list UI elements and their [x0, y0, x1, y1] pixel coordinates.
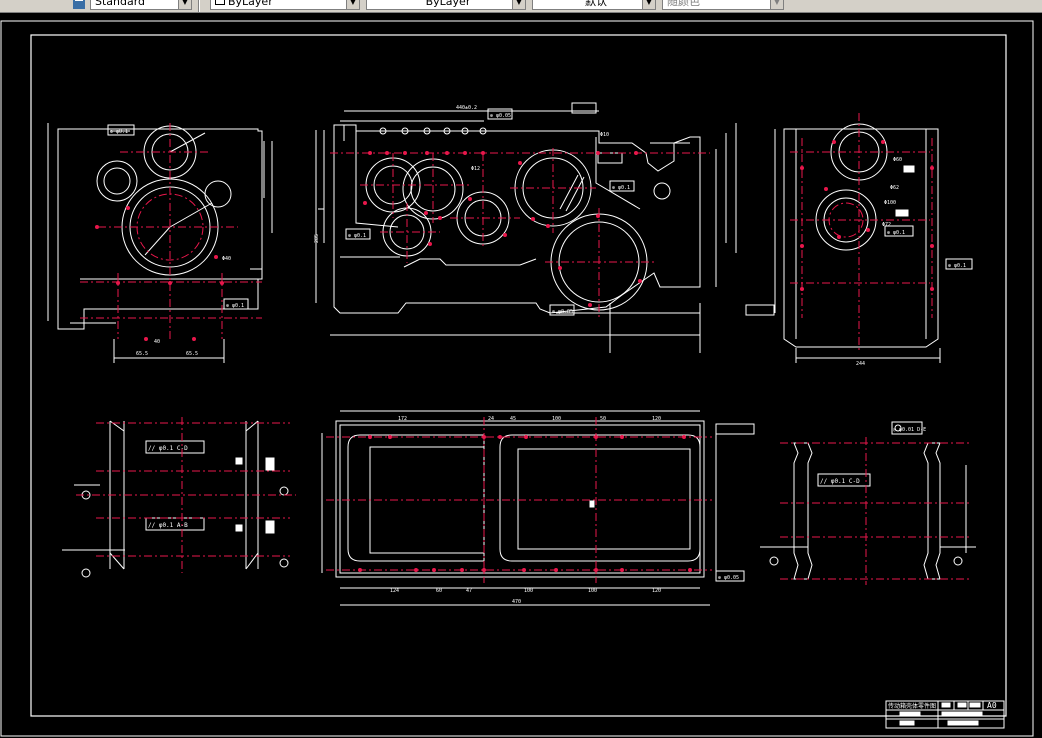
sheet-inner-border	[30, 34, 1007, 717]
chevron-down-icon: ▼	[178, 0, 191, 9]
title-block-sheet: A0	[987, 701, 997, 710]
dim-d100: Φ100	[884, 200, 896, 206]
chevron-down-icon: ▼	[346, 0, 359, 9]
dim-top-overall: 440±0.2	[456, 105, 477, 111]
tolerance-label: ⊕ φ0.1	[612, 185, 630, 191]
dim-label: 124	[390, 588, 399, 594]
dim-label: 65.5	[136, 351, 148, 357]
layer-dropdown[interactable]: ByLayer ▼	[210, 0, 360, 10]
title-block-name: 传动箱壳体零件图	[888, 702, 936, 710]
dim-label: 65.5	[186, 351, 198, 357]
front-view-holes	[363, 151, 642, 307]
dim-label: 100	[588, 588, 597, 594]
dim-d62: Φ62	[890, 185, 899, 191]
dim-bottom-overall: 470	[512, 599, 521, 605]
dim-label: 172	[398, 416, 407, 422]
linetype-dropdown[interactable]: ByLayer ▼	[366, 0, 526, 10]
dim-left-height: 285	[314, 234, 320, 243]
tolerance-label: ⊕ φ0.1	[348, 233, 366, 239]
section-view-right	[760, 421, 976, 580]
left-side-view	[47, 123, 273, 363]
right-side-view-holes	[800, 140, 934, 291]
tolerance-label: ⊕ φ0.05	[552, 309, 573, 315]
dim-label: 60	[436, 588, 442, 594]
dim-right-width: 244	[856, 361, 865, 367]
lineweight-value: 默认	[585, 0, 607, 8]
tolerance-label: // φ0.1 C-D	[820, 478, 860, 485]
top-view	[321, 410, 755, 606]
chevron-down-icon: ▼	[512, 0, 525, 9]
dim-label: 100	[552, 416, 561, 422]
dim-label: 45	[510, 416, 516, 422]
plot-style-dropdown[interactable]: 随颜色 ▼	[662, 0, 784, 10]
front-view	[315, 102, 775, 353]
dim-label: 47	[466, 588, 472, 594]
tolerance-label: ⊕ φ0.05	[718, 575, 739, 581]
plot-style-value: 随颜色	[667, 0, 700, 8]
right-side-view-centerlines	[790, 113, 933, 353]
section-view-right-centerlines	[780, 437, 972, 585]
tolerance-label: ⊕ φ0.1	[887, 230, 905, 236]
dim-label: 120	[652, 588, 661, 594]
tolerance-label: ⊕ φ0.1	[948, 263, 966, 269]
chevron-down-icon: ▼	[642, 0, 655, 9]
text-style-icon[interactable]	[72, 0, 86, 9]
top-view-centerlines	[326, 417, 712, 583]
text-style-value: Standard	[95, 0, 146, 8]
tolerance-label: ⊕ φ0.1	[110, 129, 128, 135]
tolerance-label: ⊕ φ0.1	[226, 303, 244, 309]
tolerance-label: // φ0.1 C-D	[148, 445, 188, 452]
dim-d12: Φ12	[471, 166, 480, 172]
dim-d40: Φ40	[222, 256, 231, 262]
lineweight-dropdown[interactable]: 默认 ▼	[532, 0, 656, 10]
tolerance-label: ⊕ φ0.05	[490, 113, 511, 119]
right-side-view	[774, 123, 973, 363]
tolerance-label: ◎ φ0.01 D-E	[893, 427, 926, 433]
drawing-canvas[interactable]: 传动箱壳体零件图 A0 ⊕ φ0.1 ⊕ φ0.1 ⊕ φ0.05 ⊕ φ0.1…	[0, 13, 1042, 738]
properties-toolbar: Standard ▼ ByLayer ▼ ByLayer ▼ 默认 ▼ 随颜色 …	[0, 0, 1042, 13]
linetype-value: ByLayer	[425, 0, 471, 8]
dim-label: 120	[652, 416, 661, 422]
dim-label: 50	[600, 416, 606, 422]
front-view-centerlines	[330, 148, 710, 318]
dim-label: 100	[524, 588, 533, 594]
dim-label: 40	[154, 339, 160, 345]
chevron-down-icon: ▼	[770, 0, 783, 9]
layer-swatch-icon	[215, 0, 225, 5]
top-view-holes	[358, 435, 692, 572]
cad-drawing: 传动箱壳体零件图 A0 ⊕ φ0.1 ⊕ φ0.1 ⊕ φ0.05 ⊕ φ0.1…	[0, 20, 1034, 737]
dim-d72: Φ72	[882, 222, 891, 228]
dim-d60: Φ60	[893, 157, 902, 163]
dim-label: 24	[488, 416, 494, 422]
sheet-outer-border	[0, 20, 1034, 737]
text-style-dropdown[interactable]: Standard ▼	[90, 0, 192, 10]
tolerance-label: // φ0.1 A-B	[148, 522, 188, 529]
dim-d10: Φ10	[600, 132, 609, 138]
layer-value: ByLayer	[228, 0, 273, 8]
toolbar-separator	[198, 0, 200, 12]
